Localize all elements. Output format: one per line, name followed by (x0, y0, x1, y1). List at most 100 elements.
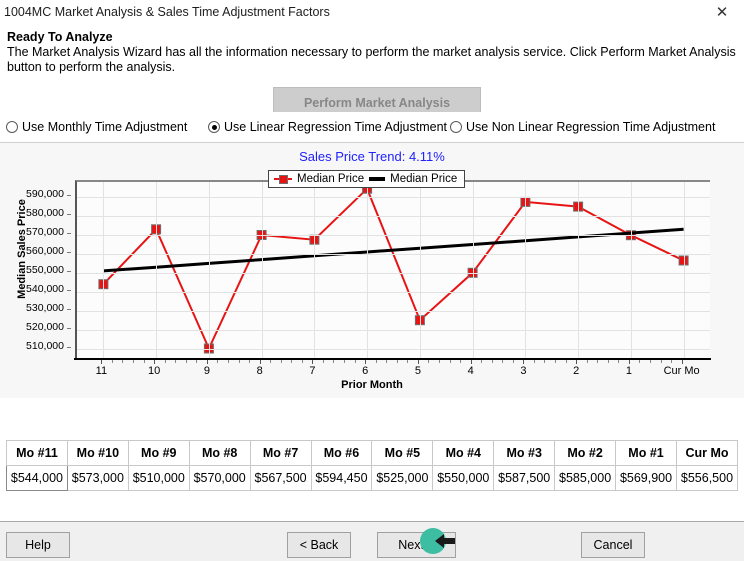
legend-label-2: Median Price (390, 173, 458, 185)
y-tick-label: 570,000 (26, 225, 64, 238)
radio-use-linear-regression-time-adjustment[interactable]: Use Linear Regression Time Adjustment (208, 120, 447, 134)
table-header-row: Mo #11 Mo #10 Mo #9 Mo #8 Mo #7 Mo #6 Mo #5 Mo … (6, 440, 739, 466)
back-button[interactable]: < Back (287, 532, 351, 558)
x-minor-tick (344, 360, 346, 363)
x-tick-label: 3 (520, 365, 527, 377)
table-cell[interactable]: $567,500 (249, 465, 312, 491)
x-tick-label: 11 (95, 365, 108, 377)
table-column-header[interactable]: Mo #1 (615, 440, 677, 466)
x-minor-tick (111, 360, 113, 363)
table-cell[interactable]: $550,000 (432, 465, 495, 491)
x-minor-tick (428, 360, 430, 363)
dialog-window: 1004MC Market Analysis & Sales Time Adju… (0, 0, 744, 561)
x-minor-tick (143, 360, 145, 363)
cancel-button[interactable]: Cancel (581, 532, 645, 558)
x-minor-tick (460, 360, 462, 363)
x-minor-tick (671, 360, 673, 363)
x-minor-tick (449, 360, 451, 363)
table-cell[interactable]: $570,000 (188, 465, 251, 491)
x-tick-mark (365, 360, 367, 364)
x-tick-mark (101, 360, 103, 364)
table-column-header[interactable]: Mo #3 (493, 440, 556, 466)
grid-line-vertical (208, 182, 210, 358)
x-minor-tick (660, 360, 662, 363)
grid-line-vertical (472, 182, 474, 358)
grid-line-horizontal (77, 348, 710, 350)
table-row: $544,000 $573,000 $510,000 $570,000 $567,500… (6, 465, 739, 491)
y-tick-mark (67, 327, 71, 329)
x-minor-tick (512, 360, 514, 363)
table-cell[interactable]: $569,900 (615, 465, 677, 491)
x-tick-label: 4 (467, 365, 474, 377)
x-tick-mark (523, 360, 525, 364)
chart-panel: Sales Price Trend: 4.11% Median Sales Pr… (0, 143, 744, 399)
radio-label: Use Linear Regression Time Adjustment (224, 120, 448, 134)
help-button[interactable]: Help (6, 532, 70, 558)
x-minor-tick (533, 360, 535, 363)
chart-y-axis-ticks: 590,000 580,000 570,000 560,000 550,000 540,0… (0, 143, 71, 398)
chart-series-svg (98, 183, 689, 354)
x-minor-tick (301, 360, 303, 363)
x-minor-tick (565, 360, 567, 363)
y-tick-mark (67, 214, 71, 216)
close-icon[interactable]: ✕ (700, 0, 744, 23)
instruction-line-1: The Market Analysis Wizard has all the i… (7, 45, 736, 59)
table-cell[interactable]: $556,500 (675, 465, 739, 491)
radio-label: Use Monthly Time Adjustment (22, 120, 188, 134)
table-cell[interactable]: $585,000 (554, 465, 617, 491)
x-tick-label: 8 (256, 365, 263, 377)
grid-line-vertical (367, 182, 369, 358)
table-cell[interactable]: $544,000 (6, 465, 68, 491)
grid-line-horizontal (77, 272, 710, 274)
table-column-header[interactable]: Mo #11 (6, 440, 68, 466)
x-tick-mark (417, 360, 419, 364)
x-minor-tick (407, 360, 409, 363)
radio-use-non-linear-regression-time-adjustment[interactable]: Use Non Linear Regression Time Adjustmen… (450, 120, 715, 134)
x-minor-tick (164, 360, 166, 363)
x-minor-tick (607, 360, 609, 363)
x-minor-tick (333, 360, 335, 363)
table-column-header[interactable]: Mo #4 (432, 440, 495, 466)
table-column-header[interactable]: Mo #2 (554, 440, 617, 466)
table-cell[interactable]: $587,500 (493, 465, 556, 491)
table-cell[interactable]: $525,000 (371, 465, 434, 491)
x-minor-tick (597, 360, 599, 363)
grid-line-vertical (630, 182, 632, 358)
status-heading: Ready To Analyze (7, 30, 113, 44)
grid-line-horizontal (77, 291, 710, 293)
y-tick-label: 580,000 (26, 207, 64, 220)
footer-bar: Help < Back Next > Cancel (0, 521, 744, 561)
window-title: 1004MC Market Analysis & Sales Time Adju… (4, 5, 330, 19)
x-tick-label: 2 (573, 365, 580, 377)
y-tick-label: 560,000 (26, 244, 64, 257)
table-column-header[interactable]: Mo #8 (188, 440, 251, 466)
x-minor-tick (386, 360, 388, 363)
table-column-header[interactable]: Mo #7 (249, 440, 312, 466)
chart-x-axis-label: Prior Month (341, 379, 403, 391)
grid-line-horizontal (77, 234, 710, 236)
grid-line-horizontal (77, 253, 710, 255)
table-column-header[interactable]: Mo #5 (371, 440, 434, 466)
chart-plot-area (75, 180, 710, 358)
y-tick-mark (67, 289, 71, 291)
table-column-header[interactable]: Mo #9 (127, 440, 190, 466)
grid-line-horizontal (77, 197, 710, 199)
table-cell[interactable]: $594,450 (310, 465, 373, 491)
x-tick-mark (681, 360, 683, 364)
grid-line-vertical (261, 182, 263, 358)
x-minor-tick (544, 360, 546, 363)
table-cell[interactable]: $510,000 (127, 465, 190, 491)
y-tick-mark (67, 270, 71, 272)
x-minor-tick (502, 360, 504, 363)
legend-marker-red-square-icon (274, 174, 292, 184)
y-tick-label: 520,000 (26, 320, 64, 333)
median-price-line-path (102, 186, 685, 351)
table-column-header[interactable]: Mo #6 (310, 440, 373, 466)
table-column-header[interactable]: Cur Mo (675, 440, 739, 466)
x-minor-tick (555, 360, 557, 363)
radio-use-monthly-time-adjustment[interactable]: Use Monthly Time Adjustment (6, 120, 187, 134)
x-minor-tick (639, 360, 641, 363)
table-cell[interactable]: $573,000 (66, 465, 129, 491)
x-minor-tick (249, 360, 251, 363)
table-column-header[interactable]: Mo #10 (66, 440, 129, 466)
